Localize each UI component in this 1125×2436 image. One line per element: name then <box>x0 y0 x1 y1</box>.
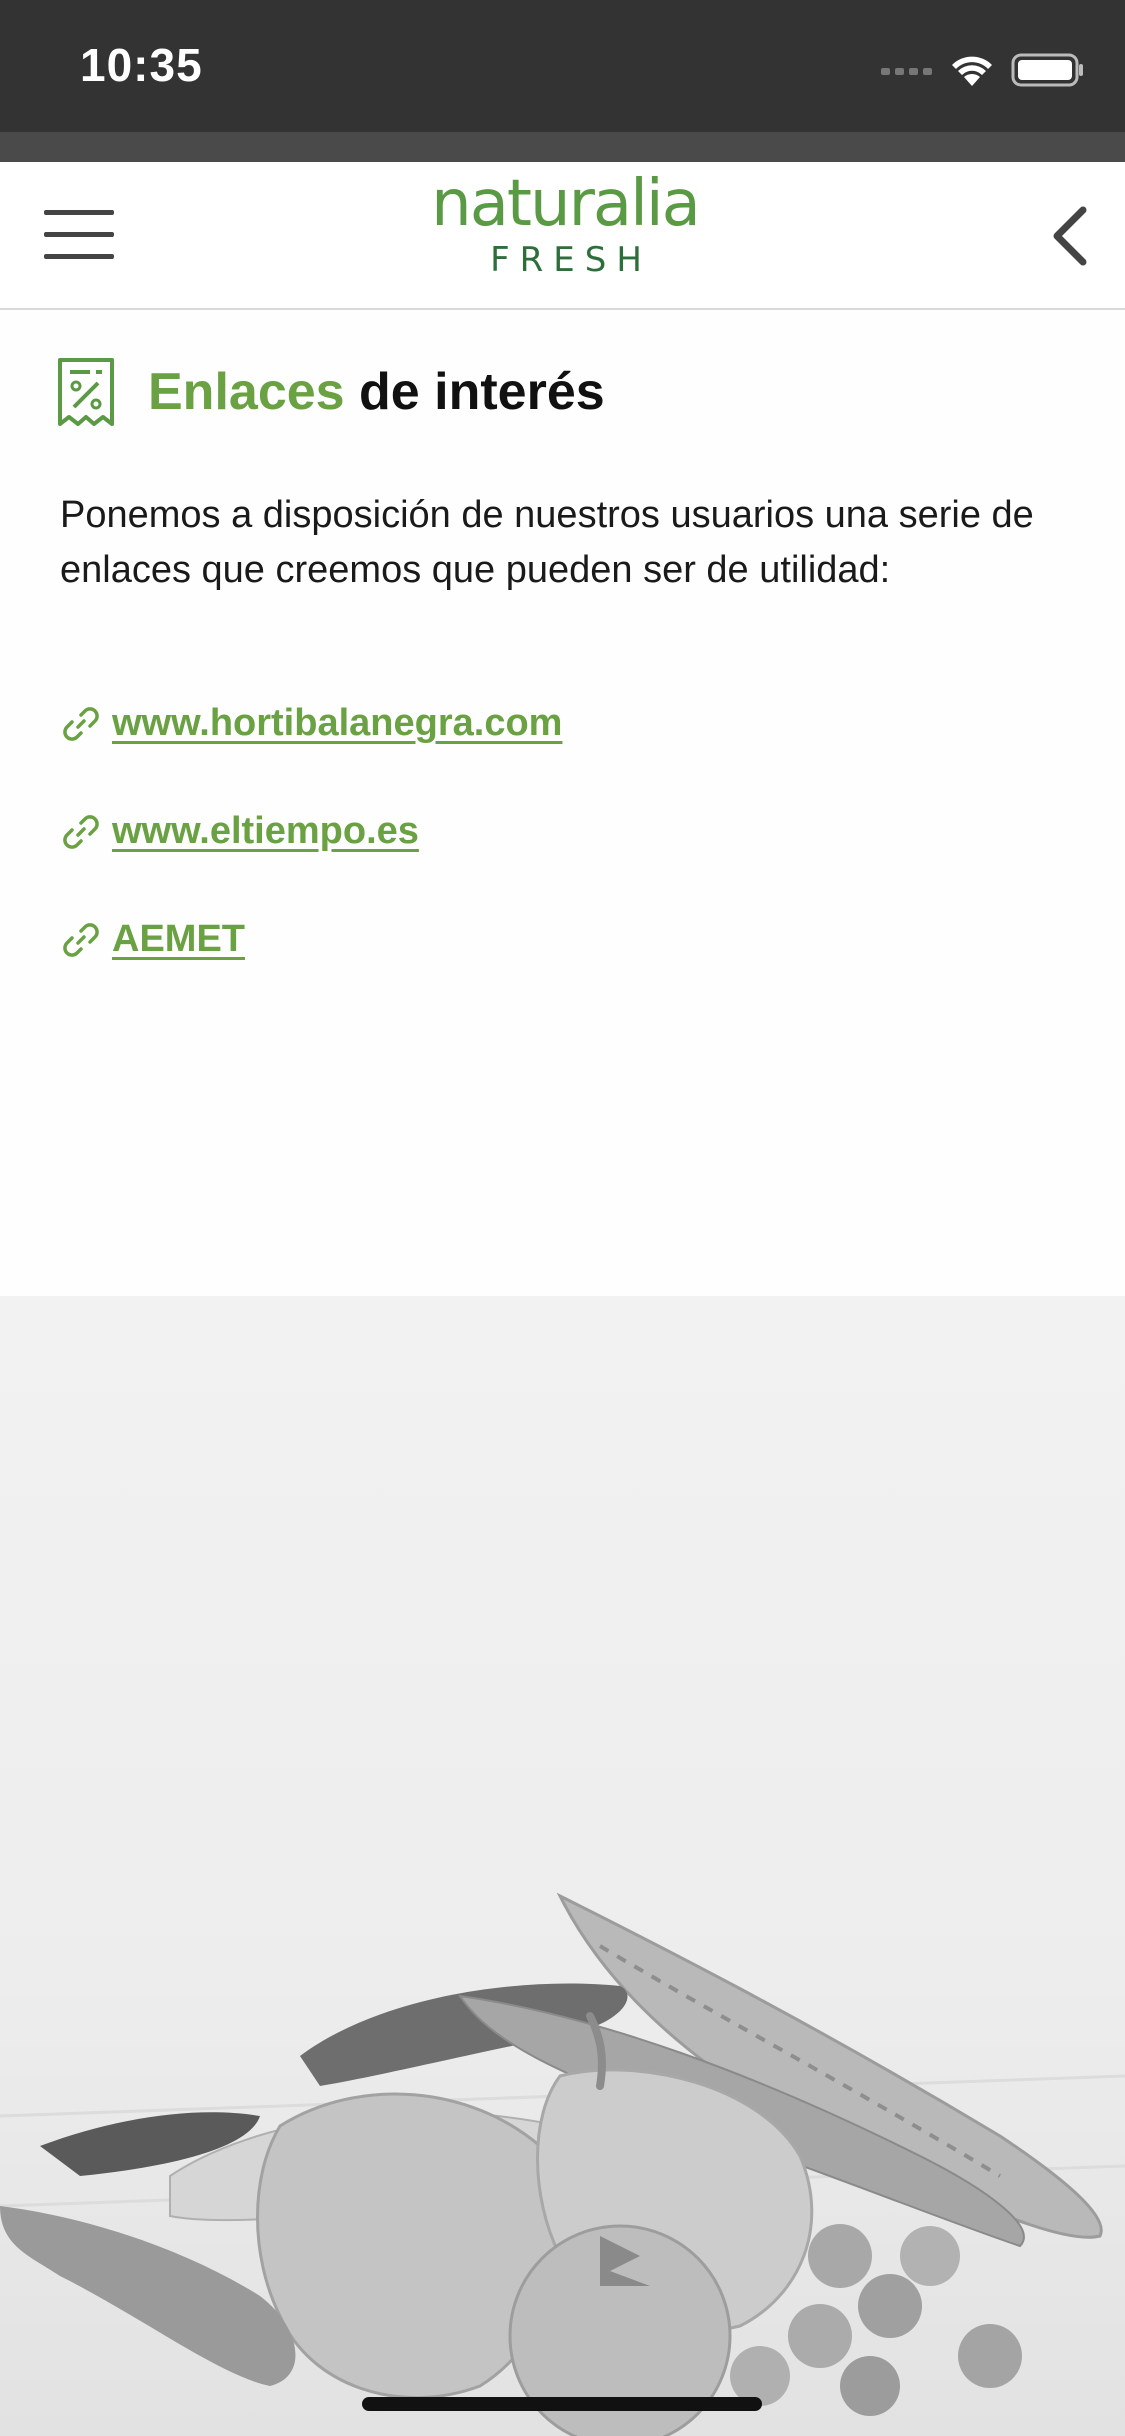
wifi-icon <box>952 56 992 86</box>
content-panel: Enlaces de interés Ponemos a disposición… <box>0 310 1125 1296</box>
page-title-row: Enlaces de interés <box>56 356 605 428</box>
link-icon <box>63 814 99 849</box>
back-button[interactable] <box>1041 204 1101 268</box>
app-header: naturalia FRESH <box>0 162 1125 310</box>
battery-icon <box>1011 53 1083 87</box>
receipt-percent-icon <box>58 358 114 426</box>
status-bar: 10:35 <box>0 0 1125 132</box>
intro-text: Ponemos a disposición de nuestros usuari… <box>60 494 1034 591</box>
status-icons <box>881 50 1085 90</box>
page-title-rest: de interés <box>344 363 605 421</box>
logo-main-text: naturalia <box>431 167 701 241</box>
vegetables-illustration <box>0 1296 1125 2436</box>
naturalia-fresh-logo: naturalia FRESH <box>420 168 710 288</box>
logo-sub-text: FRESH <box>490 240 652 280</box>
vegetables-background-image <box>0 1296 1125 2436</box>
link-hortibalanegra[interactable]: www.hortibalanegra.com <box>60 702 562 745</box>
page-title: Enlaces de interés <box>148 362 605 422</box>
link-label[interactable]: AEMET <box>112 918 245 961</box>
status-time: 10:35 <box>80 39 203 91</box>
signal-dots-icon <box>881 68 932 75</box>
link-aemet[interactable]: AEMET <box>60 918 245 961</box>
link-icon <box>63 922 99 957</box>
hamburger-menu-button[interactable] <box>44 210 118 262</box>
link-label[interactable]: www.eltiempo.es <box>112 810 419 853</box>
home-indicator[interactable] <box>362 2397 762 2411</box>
link-eltiempo[interactable]: www.eltiempo.es <box>60 810 419 853</box>
status-strip <box>0 132 1125 162</box>
hamburger-menu-icon <box>44 210 114 215</box>
link-label[interactable]: www.hortibalanegra.com <box>112 702 562 745</box>
page-title-accent: Enlaces <box>148 363 345 421</box>
back-chevron-icon <box>1053 206 1087 266</box>
link-icon <box>63 706 99 741</box>
